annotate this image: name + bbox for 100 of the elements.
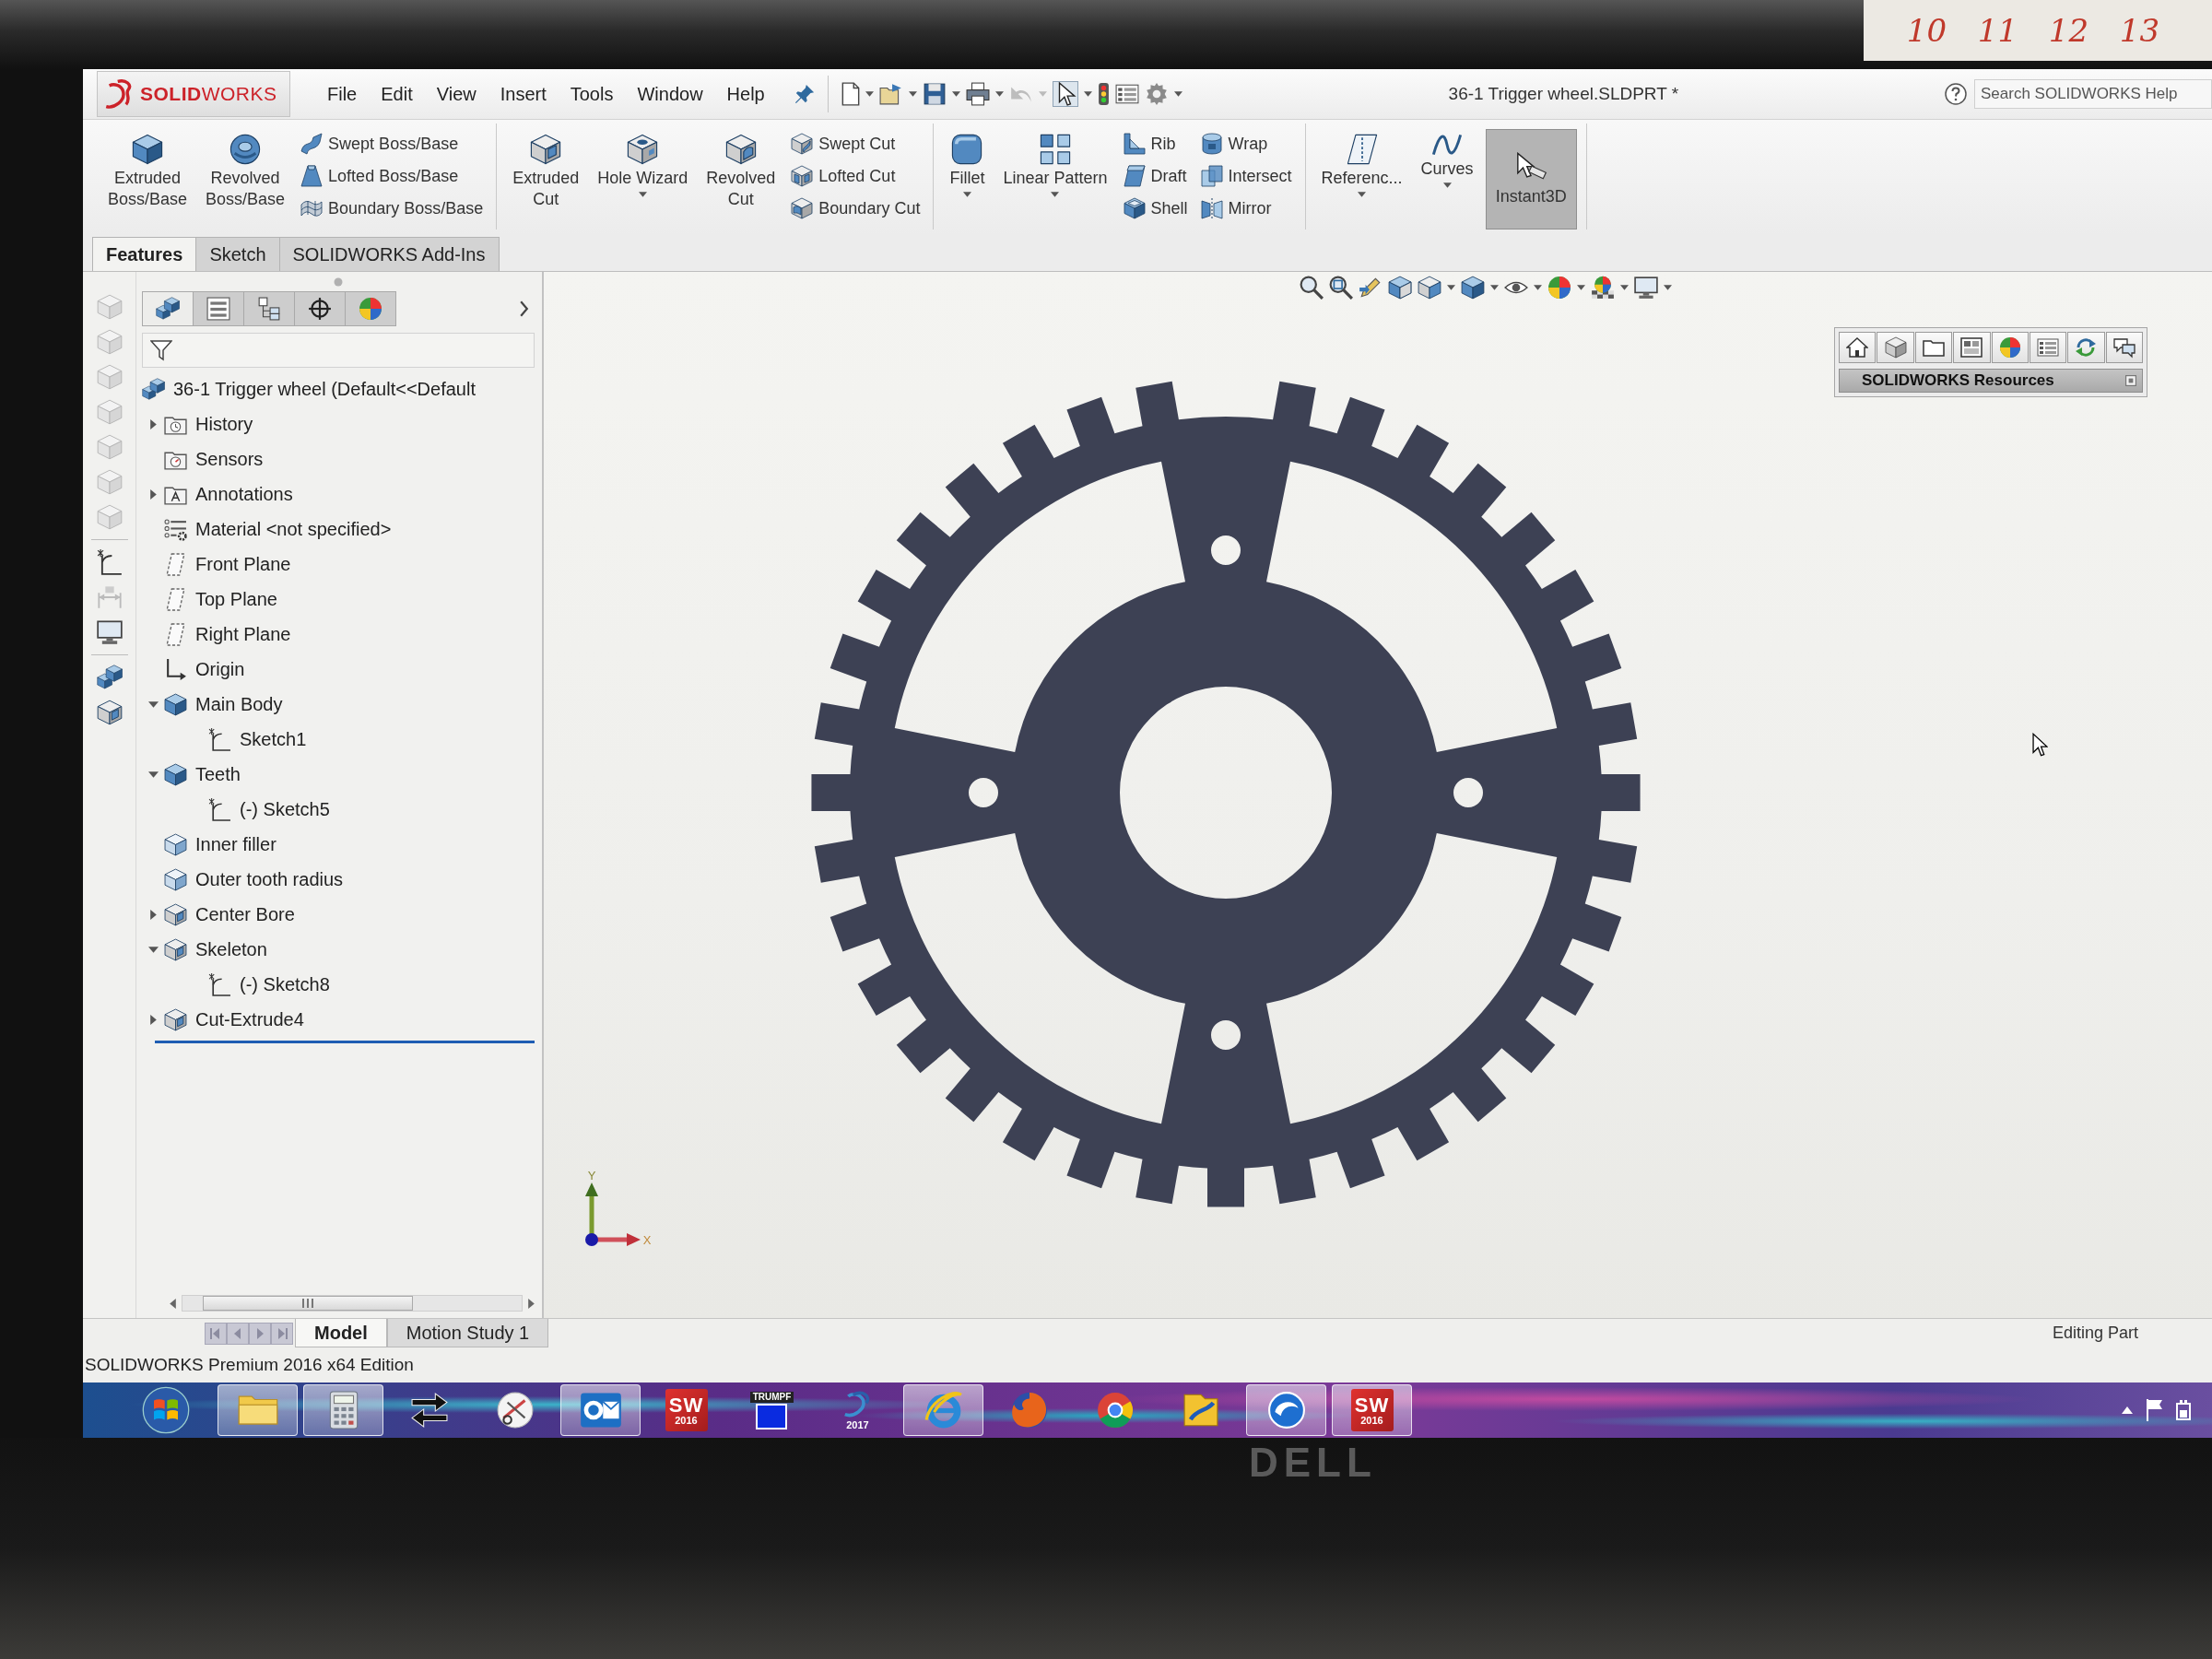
menu-item[interactable]: Tools (570, 83, 614, 105)
caret-icon[interactable] (951, 91, 960, 97)
power-icon[interactable] (2175, 1400, 2192, 1420)
filter-icon[interactable] (150, 339, 172, 361)
expand-arrow-icon[interactable] (149, 1014, 157, 1025)
ribbon-button[interactable]: Shell (1119, 194, 1192, 223)
tree-item[interactable]: (-) Sketch5 (240, 798, 330, 820)
traffic-light-icon[interactable] (1097, 82, 1110, 106)
caret-icon[interactable] (865, 91, 874, 97)
scene-sphere-icon[interactable] (1591, 276, 1615, 300)
tab[interactable]: Motion Study 1 (386, 1319, 549, 1347)
tree-item[interactable]: Outer tooth radius (195, 868, 344, 890)
ribbon-button[interactable]: Lofted Boss/Base (297, 161, 488, 191)
tree-item[interactable]: History (195, 413, 253, 435)
tree-item[interactable]: Cut-Extrude4 (195, 1008, 304, 1030)
tab[interactable]: Features (92, 237, 197, 271)
ribbon-button[interactable]: Extruded Cut (506, 129, 586, 214)
sketch-icon[interactable] (96, 549, 123, 575)
monitor-icon[interactable] (1634, 276, 1658, 300)
monitor-icon[interactable] (96, 619, 123, 645)
caret-icon[interactable] (1490, 285, 1499, 290)
pin-icon[interactable] (794, 84, 815, 104)
task-pane-tab[interactable] (1953, 332, 1991, 363)
ribbon-button[interactable]: Swept Boss/Base (297, 129, 488, 159)
ribbon-button[interactable]: Boundary Cut (787, 194, 924, 223)
caret-icon[interactable] (1173, 91, 1182, 97)
search-field[interactable]: Search SOLIDWORKS Help (1974, 79, 2212, 109)
right-arrow-icon[interactable] (528, 1298, 535, 1309)
caret-icon[interactable] (1577, 285, 1585, 290)
pointer-icon[interactable] (1052, 81, 1078, 107)
filter-field[interactable] (142, 333, 535, 368)
panel-tab[interactable] (294, 291, 346, 326)
tree-item[interactable]: Top Plane (195, 588, 277, 610)
tree-item[interactable]: Origin (195, 658, 245, 680)
ribbon-button[interactable]: Revolved Cut (700, 129, 782, 214)
part-icon[interactable] (96, 665, 123, 690)
pencil-arrow-icon[interactable] (1359, 276, 1382, 300)
ribbon-button[interactable]: Wrap (1196, 129, 1296, 159)
caret-icon[interactable] (638, 191, 647, 197)
printer-icon[interactable] (965, 82, 990, 106)
panel-tab[interactable] (193, 291, 244, 326)
zoom-fit-icon[interactable] (1300, 276, 1324, 300)
collapse-arrow-icon[interactable] (147, 771, 159, 778)
caret-icon[interactable] (1620, 285, 1629, 290)
expand-arrow-icon[interactable] (149, 909, 157, 920)
caret-icon[interactable] (1664, 285, 1672, 290)
taskbar-button[interactable]: TRUMPF (732, 1384, 812, 1436)
tree-item[interactable]: Annotations (195, 483, 293, 505)
task-pane-tab[interactable] (1914, 332, 1953, 363)
caret-icon[interactable] (1534, 285, 1542, 290)
view-cube-icon[interactable] (1418, 276, 1441, 300)
properties-icon[interactable] (1114, 82, 1139, 106)
tree-item[interactable]: Skeleton (195, 938, 267, 960)
menu-item[interactable]: File (327, 83, 358, 105)
menu-item[interactable]: Help (726, 83, 765, 105)
caret-icon[interactable] (908, 91, 917, 97)
caret-icon[interactable] (962, 191, 971, 197)
square-button-icon[interactable] (2125, 375, 2136, 386)
panel-tab[interactable] (142, 291, 194, 326)
ribbon-button[interactable]: Extruded Boss/Base (101, 129, 194, 214)
task-pane-tab[interactable] (2029, 332, 2067, 363)
caret-icon[interactable] (1083, 91, 1092, 97)
ribbon-button[interactable]: Draft (1119, 161, 1192, 191)
splitter-grip-icon[interactable] (334, 277, 343, 287)
tab[interactable]: SOLIDWORKS Add-Ins (278, 237, 500, 271)
ribbon-button[interactable]: Boundary Boss/Base (297, 194, 488, 223)
tree-item[interactable]: Front Plane (195, 553, 291, 575)
menu-item[interactable]: Insert (500, 83, 547, 105)
open-folder-icon[interactable] (878, 82, 903, 106)
tree-item[interactable]: Main Body (195, 693, 283, 715)
tree-item[interactable]: Teeth (195, 763, 241, 785)
zoom-area-icon[interactable] (1329, 276, 1353, 300)
task-pane-tab[interactable] (2067, 332, 2105, 363)
caret-icon[interactable] (1442, 182, 1452, 188)
ribbon-button[interactable]: Hole Wizard (591, 129, 695, 202)
ribbon-button[interactable]: Lofted Cut (787, 161, 924, 191)
ribbon-button[interactable]: Revolved Boss/Base (199, 129, 292, 214)
caret-icon[interactable] (1447, 285, 1455, 290)
tab[interactable]: Sketch (195, 237, 280, 271)
task-pane-tab[interactable] (1839, 332, 1877, 363)
ribbon-button[interactable]: Referenc... (1314, 129, 1409, 202)
scrollbar-track[interactable] (182, 1295, 523, 1312)
up-arrow-icon[interactable] (2122, 1406, 2133, 1414)
collapse-arrow-icon[interactable] (147, 700, 159, 708)
help-icon[interactable] (1945, 83, 1967, 105)
tree-item[interactable]: Sketch1 (240, 728, 307, 750)
taskbar-button[interactable]: SW 2016 (1332, 1384, 1412, 1436)
flag-icon[interactable] (2146, 1399, 2162, 1421)
ribbon-button[interactable]: Mirror (1196, 194, 1296, 223)
scroll-thumb[interactable] (203, 1296, 414, 1311)
caret-icon[interactable] (1358, 191, 1367, 197)
expand-arrow-icon[interactable] (149, 418, 157, 429)
collapse-arrow-icon[interactable] (147, 946, 159, 953)
tree-item[interactable]: Center Bore (195, 903, 295, 925)
taskbar-button[interactable]: 2017 (818, 1384, 898, 1436)
tree-item[interactable]: Sensors (195, 448, 264, 470)
tree-item[interactable]: Material <not specified> (195, 518, 392, 540)
start-orb-icon[interactable] (142, 1386, 190, 1434)
new-file-icon[interactable] (841, 82, 860, 106)
caret-icon[interactable] (994, 91, 1004, 97)
